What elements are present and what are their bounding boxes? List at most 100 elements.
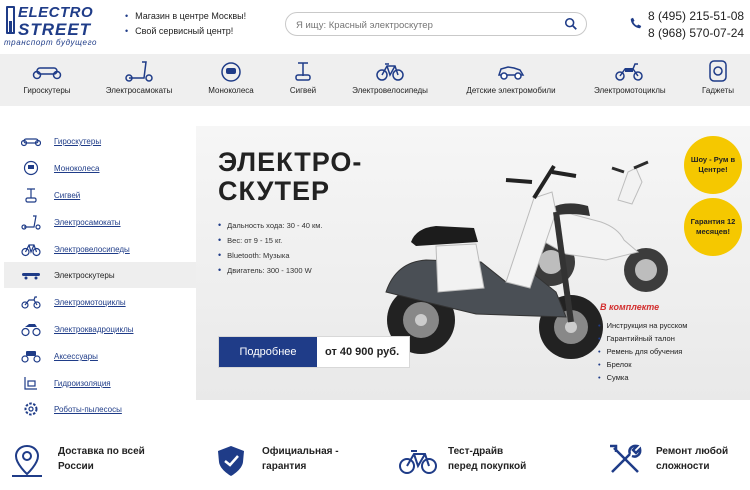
kit-list: Инструкция на русском Гарантийный талон …	[598, 319, 688, 384]
phones: 8 (495) 215-51-08 8 (968) 570-07-24	[630, 8, 750, 42]
kit-title: В комплекте	[600, 302, 660, 312]
sidebar-item-label: Электроскутеры	[54, 271, 115, 280]
category-monowheels[interactable]: Моноколеса	[206, 60, 256, 104]
logo-tagline: транспорт будущего	[4, 38, 98, 47]
benefit-text: Ремонт любой	[656, 446, 729, 457]
benefit-text: Официальная -	[262, 446, 339, 457]
category-label: Электросамокаты	[105, 86, 173, 95]
category-nav: Гироскутеры Электросамокаты Моноколеса С…	[0, 54, 750, 106]
benefit-warranty: Официальная - гарантия	[218, 444, 339, 476]
benefit-text: Доставка по всей	[58, 446, 145, 457]
sidebar-item-waterproofing[interactable]: Гидроизоляция	[4, 370, 196, 396]
sidebar-item-label: Электровелосипеды	[54, 245, 130, 254]
benefit-repair: Ремонт любой сложности	[610, 444, 729, 474]
search-icon[interactable]	[564, 17, 578, 31]
phone-icon	[630, 17, 642, 29]
feature-item: Двигатель: 300 - 1300 W	[218, 263, 323, 278]
sidebar-item-label: Сигвей	[54, 191, 81, 200]
sidebar-item-segway[interactable]: Сигвей	[4, 182, 196, 208]
sidebar-item-label: Гидроизоляция	[54, 379, 111, 388]
benefit-text: Тест-драйв	[448, 446, 504, 457]
hero-features: Дальность хода: 30 - 40 км. Вес: от 9 - …	[218, 218, 323, 278]
sidebar-item-ebikes[interactable]: Электровелосипеды	[4, 236, 196, 262]
sidebar-item-hoverboards[interactable]: Гироскутеры	[4, 128, 196, 154]
category-label: Электромотоциклы	[594, 86, 666, 95]
feature-item: Вес: от 9 - 15 кг.	[218, 233, 323, 248]
motorcycle-icon	[615, 63, 643, 81]
segway-icon	[25, 188, 37, 203]
sidebar-item-monowheels[interactable]: Моноколеса	[4, 155, 196, 181]
category-label: Сигвей	[289, 86, 317, 95]
hoverboard-icon	[21, 138, 41, 147]
more-button[interactable]: Подробнее	[219, 337, 317, 367]
gadget-icon	[709, 60, 727, 82]
phone-number[interactable]: 8 (495) 215-51-08	[648, 8, 750, 25]
sidebar-item-label: Роботы-пылесосы	[54, 405, 122, 414]
category-hoverboards[interactable]: Гироскутеры	[22, 60, 72, 104]
benefit-test-drive: Тест-драйв перед покупкой	[399, 444, 527, 474]
kit-item: Сумка	[598, 371, 687, 384]
sidebar-item-atvs[interactable]: Электроквадроциклы	[4, 316, 196, 342]
logo-text-electro: ELECTRO	[18, 4, 94, 21]
benefit-text: России	[58, 461, 94, 472]
waterproofing-icon	[24, 377, 37, 390]
sidebar-item-robot-vacuums[interactable]: Роботы-пылесосы	[4, 396, 196, 422]
battery-icon	[6, 6, 15, 34]
monowheel-icon	[221, 62, 241, 82]
sidebar-item-accessories[interactable]: Аксессуары	[4, 343, 196, 369]
category-motorcycles[interactable]: Электромотоциклы	[594, 60, 666, 104]
sidebar-item-label: Моноколеса	[54, 164, 100, 173]
search-box	[285, 12, 587, 36]
info-line: Свой сервисный центр!	[125, 24, 246, 39]
skateboard-icon	[22, 273, 40, 280]
price-label: от 40 900 руб.	[325, 346, 400, 358]
category-gadgets[interactable]: Гаджеты	[698, 60, 738, 104]
category-label: Гаджеты	[702, 86, 734, 95]
shield-icon	[218, 446, 244, 476]
category-ebikes[interactable]: Электровелосипеды	[352, 60, 428, 104]
feature-item: Bluetooth: Музыка	[218, 248, 323, 263]
category-label: Моноколеса	[208, 86, 254, 95]
segway-icon	[295, 62, 311, 81]
search-input[interactable]	[296, 18, 556, 32]
header-info: Магазин в центре Москвы! Свой сервисный …	[125, 9, 246, 39]
category-kids-cars[interactable]: Детские электромобили	[466, 60, 556, 104]
kick-scooter-icon	[125, 61, 153, 82]
kids-car-icon	[497, 66, 525, 80]
motorcycle-icon	[21, 296, 41, 309]
hero-title-line: СКУТЕР	[218, 176, 330, 206]
warranty-badge: Гарантия 12 месяцев!	[684, 198, 742, 256]
bicycle-icon	[376, 63, 404, 81]
sidebar-item-label: Гироскутеры	[54, 137, 102, 146]
kit-item: Брелок	[598, 358, 687, 371]
phone-number[interactable]: 8 (968) 570-07-24	[648, 25, 750, 42]
category-label: Детские электромобили	[466, 86, 556, 95]
site-logo[interactable]: ELECTRO STREET транспорт будущего	[4, 4, 104, 48]
sidebar-item-motorcycles[interactable]: Электромотоциклы	[4, 289, 196, 315]
hero-title-line: ЭЛЕКТРО-	[218, 147, 363, 177]
accessories-icon	[21, 351, 41, 363]
benefit-text: перед покупкой	[448, 461, 527, 472]
sidebar-item-label: Электромотоциклы	[54, 298, 126, 307]
sidebar-item-kick-scooters[interactable]: Электросамокаты	[4, 209, 196, 235]
category-segway[interactable]: Сигвей	[288, 60, 318, 104]
kick-scooter-icon	[21, 215, 41, 230]
sidebar-item-label: Электроквадроциклы	[54, 325, 134, 334]
benefit-delivery: Доставка по всей России	[12, 444, 145, 477]
hoverboard-icon	[32, 67, 62, 80]
feature-item: Дальность хода: 30 - 40 км.	[218, 218, 322, 233]
benefit-text: сложности	[656, 461, 710, 472]
benefits-bar: Доставка по всей России Официальная - га…	[0, 424, 750, 490]
showroom-badge: Шоу - Рум в Центре!	[684, 136, 742, 194]
category-kick-scooters[interactable]: Электросамокаты	[104, 60, 174, 104]
category-label: Электровелосипеды	[352, 86, 428, 95]
info-line: Магазин в центре Москвы!	[125, 9, 246, 24]
cta-group: Подробнее от 40 900 руб.	[218, 336, 411, 368]
sidebar-menu: Гироскутеры Моноколеса Сигвей Электросам…	[4, 126, 196, 422]
hero-banner: ЭЛЕКТРО-СКУТЕР Дальность хода: 30 - 40 к…	[196, 126, 750, 400]
site-header: ELECTRO STREET транспорт будущего Магази…	[0, 0, 750, 54]
tools-icon	[610, 444, 642, 473]
map-pin-icon	[12, 444, 42, 477]
monowheel-icon	[23, 160, 39, 176]
sidebar-item-escooters[interactable]: Электроскутеры	[4, 262, 196, 288]
